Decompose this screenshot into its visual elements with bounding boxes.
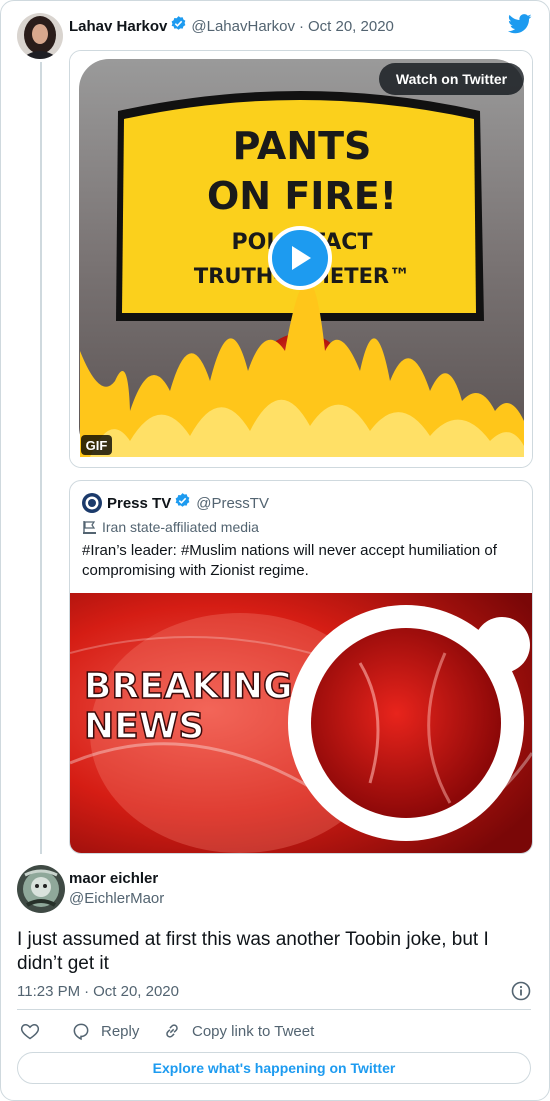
verified-badge-icon	[170, 15, 187, 37]
reply-author-handle[interactable]: @EichlerMaor	[69, 890, 164, 907]
link-icon	[166, 1024, 178, 1038]
gif-text-line1: PANTS	[233, 124, 372, 168]
state-media-flag-icon	[82, 520, 97, 535]
author-name[interactable]: Lahav Harkov	[69, 18, 167, 35]
gif-badge: GIF	[81, 435, 112, 455]
separator-dot: ·	[299, 17, 304, 35]
tweet-date[interactable]: Oct 20, 2020	[308, 18, 394, 35]
state-media-text: Iran state-affiliated media	[102, 519, 259, 535]
state-media-label[interactable]: Iran state-affiliated media	[82, 518, 259, 536]
tweet-header: Lahav Harkov @LahavHarkov · Oct 20, 2020	[69, 16, 394, 36]
quoted-tweet-text: #Iran’s leader: #Muslim nations will nev…	[82, 542, 497, 579]
lahav-avatar[interactable]	[17, 13, 63, 59]
quoted-author-name[interactable]: Press TV	[107, 495, 171, 512]
reply-tweet-text: I just assumed at first this was another…	[17, 929, 489, 974]
reply-action[interactable]: Reply	[71, 1021, 139, 1041]
author-handle[interactable]: @LahavHarkov	[191, 18, 295, 35]
copy-link-action[interactable]: Copy link to Tweet	[162, 1021, 314, 1041]
presstv-avatar[interactable]	[82, 493, 102, 513]
breaking-news-image: BREAKING NEWS	[70, 593, 532, 853]
reply-bubble-icon	[73, 1023, 89, 1041]
play-button[interactable]	[268, 226, 332, 290]
divider	[17, 1009, 531, 1010]
quoted-tweet-card[interactable]: Press TV @PressTV Iran state-affiliated …	[69, 480, 533, 854]
maor-avatar[interactable]	[17, 865, 65, 913]
watch-on-twitter-button[interactable]: Watch on Twitter	[379, 63, 524, 95]
news-text: NEWS	[84, 706, 204, 747]
reply-date: Oct 20, 2020	[93, 982, 179, 1000]
gif-text-line2: ON FIRE!	[207, 174, 397, 218]
thread-line	[40, 62, 42, 854]
explore-button[interactable]: Explore what's happening on Twitter	[17, 1052, 531, 1084]
twitter-bird-icon[interactable]	[507, 14, 532, 39]
reply-author-name[interactable]: maor eichler	[69, 870, 158, 887]
verified-badge-icon	[174, 492, 191, 514]
quoted-author-handle[interactable]: @PressTV	[196, 495, 269, 512]
breaking-text: BREAKING	[84, 666, 293, 707]
reply-time: 11:23 PM	[17, 982, 81, 1000]
like-action[interactable]	[20, 1021, 40, 1041]
quoted-header: Press TV @PressTV	[82, 493, 269, 513]
info-icon[interactable]	[511, 981, 531, 1006]
separator-dot: ·	[84, 982, 90, 1000]
reply-timestamp[interactable]: 11:23 PM · Oct 20, 2020	[17, 982, 179, 1000]
play-icon	[292, 246, 311, 270]
reply-action-label: Reply	[101, 1022, 140, 1040]
copy-link-label: Copy link to Tweet	[192, 1022, 315, 1040]
heart-icon	[20, 1023, 40, 1040]
